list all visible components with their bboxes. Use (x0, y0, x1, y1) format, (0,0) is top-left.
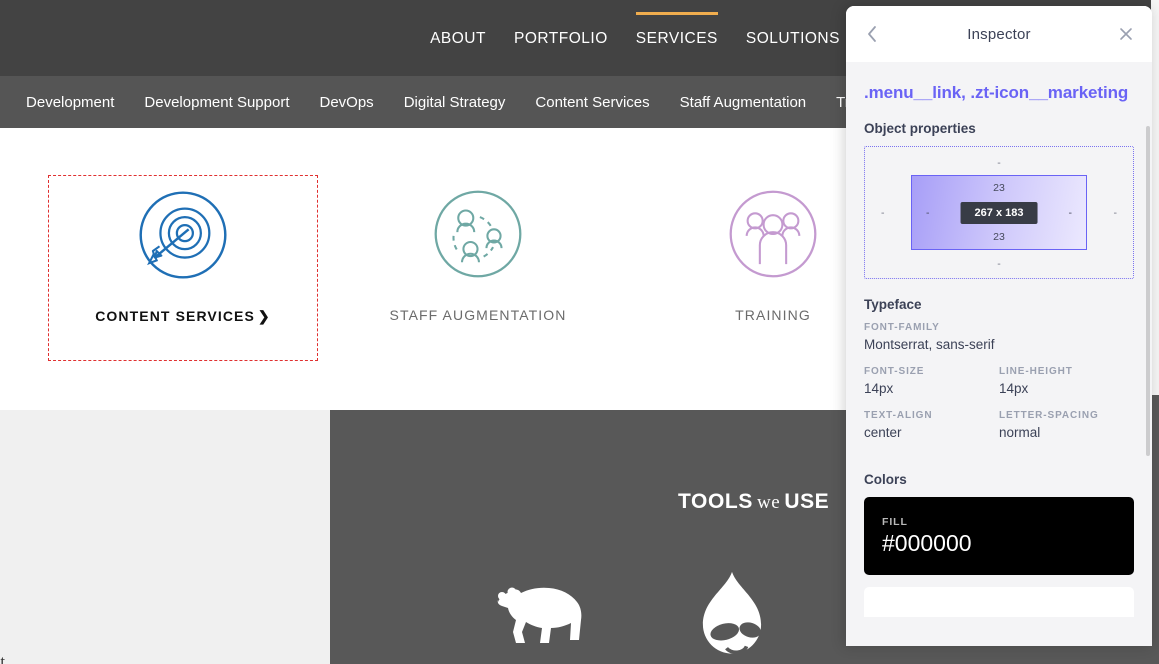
typeface-heading: Typeface (864, 297, 922, 313)
prop-key: TEXT-ALIGN (864, 410, 933, 422)
chevron-left-icon[interactable] (860, 22, 884, 46)
page-scrollbar-thumb[interactable] (1151, 395, 1159, 664)
service-card-label: TRAINING (735, 307, 811, 323)
padding-bottom-value: 23 (993, 231, 1005, 244)
subnav-item-6[interactable]: Staff Augmentation (680, 94, 806, 111)
color-key: FILL (882, 515, 908, 528)
tools-word-tools: TOOLS (678, 490, 753, 513)
target-arrow-icon (136, 188, 230, 282)
prop-key: FONT-FAMILY (864, 322, 940, 334)
prop-line-height: LINE-HEIGHT 14px (999, 366, 1134, 396)
object-properties-heading: Object properties (864, 121, 976, 137)
margin-right-value: - (1113, 206, 1118, 219)
service-card-content-services[interactable]: CONTENT SERVICES ❯ (48, 175, 318, 361)
color-value: #000000 (882, 529, 972, 556)
padding-top-value: 23 (993, 182, 1005, 195)
inspector-selector: .menu__link, .zt-icon__marketing (864, 83, 1129, 102)
prop-value: Montserrat, sans-serif (864, 337, 995, 353)
nav-item-about[interactable]: ABOUT (430, 8, 486, 68)
nav-item-portfolio[interactable]: PORTFOLIO (514, 8, 608, 68)
prop-letter-spacing: LETTER-SPACING normal (999, 410, 1134, 440)
inspector-body: .menu__link, .zt-icon__marketing Object … (846, 82, 1152, 618)
colors-heading: Colors (864, 472, 907, 488)
group-people-icon (726, 187, 820, 281)
lower-paragraph-2: , publishing, government, (0, 652, 10, 664)
service-card-label: CONTENT SERVICES ❯ (95, 308, 271, 324)
tools-section-title: TOOLS we USE (678, 490, 829, 514)
prop-font-size: FONT-SIZE 14px (864, 366, 999, 396)
subnav-item-3[interactable]: DevOps (320, 94, 374, 111)
page-scrollbar-track[interactable] (1151, 0, 1159, 664)
box-model-diagram: - - - - 23 23 - - 267 x 183 (864, 146, 1134, 280)
tools-word-we: we (756, 492, 781, 513)
color-swatch-next-partial[interactable] (864, 587, 1134, 618)
margin-bottom-value: - (997, 258, 1001, 271)
margin-left-value: - (881, 206, 885, 219)
prop-key: LINE-HEIGHT (999, 366, 1073, 378)
tools-word-use: USE (784, 490, 830, 513)
prop-value: 14px (999, 381, 1029, 397)
subnav-item-1[interactable]: Development (26, 94, 114, 111)
prop-text-align: TEXT-ALIGN center (864, 410, 999, 440)
nav-item-solutions[interactable]: SOLUTIONS (746, 8, 840, 68)
tools-logo-row (480, 570, 800, 664)
service-card-label: STAFF AUGMENTATION (389, 307, 567, 323)
close-icon[interactable] (1114, 22, 1138, 46)
people-network-icon (431, 187, 525, 281)
inspector-header: Inspector (846, 6, 1152, 62)
inspector-scrollbar-thumb[interactable] (1146, 126, 1150, 456)
padding-right-value: - (1068, 206, 1073, 219)
box-model-content-box: 23 23 - - 267 x 183 (911, 175, 1087, 251)
chevron-right-icon: ❯ (257, 308, 271, 324)
subnav-item-2[interactable]: Development Support (144, 94, 289, 111)
padding-left-value: - (926, 206, 930, 219)
drupal-droplet-logo (680, 570, 800, 664)
lower-left-text-panel: HE WORLD d strategic planning to , publi… (0, 410, 330, 664)
typeface-properties: FONT-FAMILY Montserrat, sans-serif FONT-… (864, 322, 1134, 454)
inspector-panel: Inspector .menu__link, .zt-icon__marketi… (846, 6, 1152, 646)
subnav-item-5[interactable]: Content Services (535, 94, 649, 111)
bear-logo (480, 570, 600, 664)
nav-item-services[interactable]: SERVICES (635, 8, 719, 68)
prop-value: center (864, 425, 902, 441)
margin-top-value: - (997, 157, 1001, 170)
prop-key: FONT-SIZE (864, 366, 925, 378)
inspector-title: Inspector (967, 25, 1031, 43)
prop-font-family: FONT-FAMILY Montserrat, sans-serif (864, 322, 1134, 352)
prop-value: normal (999, 425, 1041, 441)
prop-value: 14px (864, 381, 894, 397)
prop-key: LETTER-SPACING (999, 410, 1099, 422)
service-card-staff-augmentation[interactable]: STAFF AUGMENTATION (343, 175, 613, 361)
element-dimensions-badge: 267 x 183 (960, 201, 1038, 224)
subnav-item-4[interactable]: Digital Strategy (404, 94, 506, 111)
color-swatch-fill[interactable]: FILL #000000 (864, 497, 1134, 576)
